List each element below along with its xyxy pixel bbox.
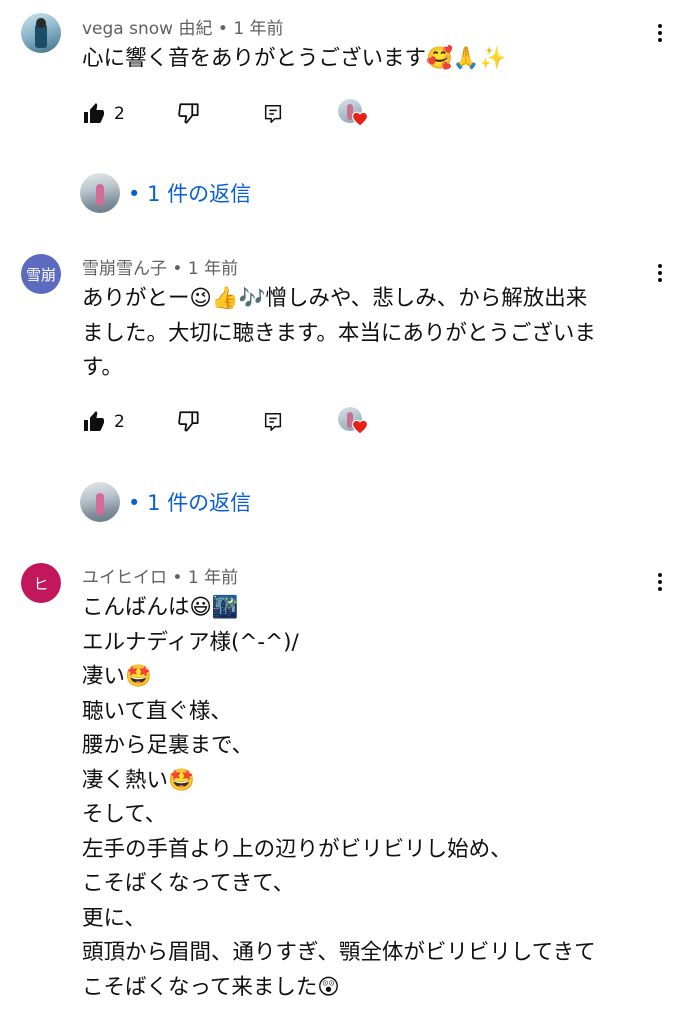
dislike-button[interactable]	[176, 99, 202, 129]
comment-actions: 2	[82, 99, 402, 129]
thumbs-down-icon	[178, 103, 199, 124]
comment-text: ありがとー😉👍🎶憎しみや、悲しみ、から解放出来 ました。大切に聴きます。本当にあ…	[82, 286, 596, 380]
creator-heart-icon	[338, 407, 369, 437]
view-replies-button[interactable]: • 1 件の返信	[80, 482, 251, 522]
reply-comment-icon	[264, 105, 282, 123]
reply-comment-icon	[264, 413, 282, 431]
reply-author-avatar	[80, 173, 120, 213]
comment-text: 心に響く音をありがとうございます🥰🙏✨	[82, 46, 507, 71]
comment-meta: 雪崩雪ん子 • 1 年前	[82, 259, 239, 279]
comment-time: 1 年前	[187, 259, 239, 279]
reply-author-avatar	[80, 482, 120, 522]
author-name[interactable]: ユイヒイロ	[82, 568, 167, 588]
like-button[interactable]: 2	[82, 407, 125, 437]
like-button[interactable]: 2	[82, 99, 125, 129]
author-name[interactable]: 雪崩雪ん子	[82, 259, 167, 279]
thumbs-down-icon	[178, 411, 199, 432]
reply-button[interactable]	[262, 99, 284, 129]
view-replies-button[interactable]: • 1 件の返信	[80, 173, 251, 213]
thumbs-up-icon	[84, 411, 104, 431]
author-name[interactable]: vega snow 由紀	[82, 19, 212, 39]
like-count: 2	[114, 412, 125, 432]
reply-button[interactable]	[262, 407, 284, 437]
like-count: 2	[114, 104, 125, 124]
author-avatar[interactable]: ヒ	[21, 563, 61, 603]
comment-meta: vega snow 由紀 • 1 年前	[82, 19, 284, 39]
comment-meta: ユイヒイロ • 1 年前	[82, 568, 239, 588]
thumbs-up-icon	[84, 103, 104, 123]
author-avatar[interactable]: 雪崩	[21, 254, 61, 294]
creator-heart-icon	[338, 99, 369, 129]
comment-time: 1 年前	[187, 568, 239, 588]
comment-text: こんばんは😃🌃 エルナディア様(^-^)/ 凄い🤩 聴いて直ぐ様、 腰から足裏ま…	[82, 595, 596, 1000]
replies-link[interactable]: • 1 件の返信	[128, 178, 251, 208]
author-avatar[interactable]	[21, 13, 61, 53]
dislike-button[interactable]	[176, 407, 202, 437]
comment-actions: 2	[82, 407, 402, 437]
replies-link[interactable]: • 1 件の返信	[128, 487, 251, 517]
comment-time: 1 年前	[233, 19, 284, 39]
